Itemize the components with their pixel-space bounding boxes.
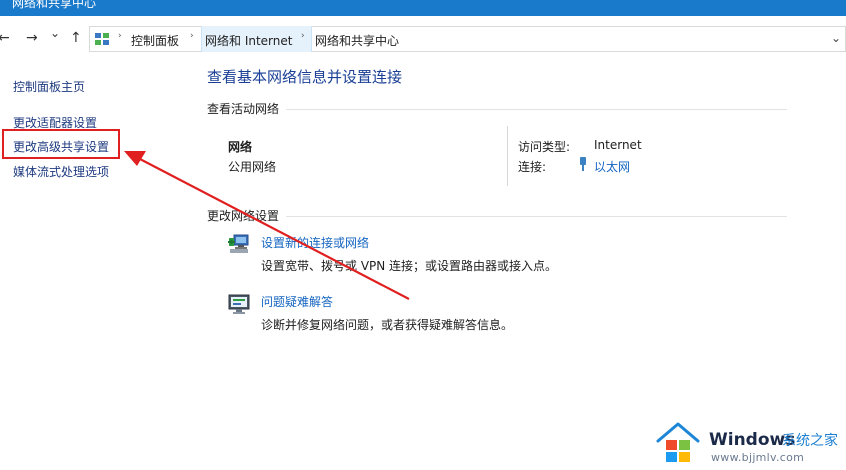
section-divider xyxy=(286,216,787,217)
address-bar[interactable]: › 控制面板 › 网络和 Internet › 网络和共享中心 ⌄ xyxy=(89,26,846,52)
forward-arrow-icon[interactable]: → xyxy=(26,30,38,46)
title-bar: 网络和共享中心 xyxy=(0,0,846,16)
network-type-link: 公用网络 xyxy=(228,160,277,174)
access-type-value: Internet xyxy=(594,138,642,152)
breadcrumb-network-internet[interactable]: 网络和 Internet xyxy=(205,32,292,49)
page-title: 查看基本网络信息并设置连接 xyxy=(207,68,403,86)
breadcrumb-separator: › xyxy=(118,31,122,41)
ethernet-icon xyxy=(580,157,586,171)
section-divider xyxy=(286,109,787,110)
recent-locations-icon[interactable]: ⌄ xyxy=(50,26,60,40)
ethernet-connection-link[interactable]: 以太网 xyxy=(594,158,630,175)
new-connection-icon xyxy=(228,234,249,253)
setup-new-connection-description: 设置宽带、拨号或 VPN 连接；或设置路由器或接入点。 xyxy=(261,259,558,273)
annotation-highlight-box xyxy=(2,129,120,159)
troubleshoot-icon xyxy=(228,294,250,314)
window-title: 网络和共享中心 xyxy=(12,0,97,10)
connections-label: 连接: xyxy=(518,160,547,174)
breadcrumb-network-sharing-center[interactable]: 网络和共享中心 xyxy=(315,32,399,49)
control-panel-icon xyxy=(95,33,109,45)
troubleshoot-problems-description: 诊断并修复网络问题，或者获得疑难解答信息。 xyxy=(261,318,514,332)
watermark-site-name: 系统之家 xyxy=(782,433,838,449)
sidebar-item-media-streaming-options[interactable]: 媒体流式处理选项 xyxy=(13,163,109,180)
access-type-label: 访问类型: xyxy=(518,140,571,154)
watermark-url: www.bjjmlv.com xyxy=(711,451,805,464)
breadcrumb-control-panel[interactable]: 控制面板 xyxy=(131,32,179,49)
back-arrow-icon[interactable]: ← xyxy=(0,30,10,46)
setup-new-connection-link[interactable]: 设置新的连接或网络 xyxy=(261,234,369,251)
annotation-arrow xyxy=(124,151,410,300)
breadcrumb-separator: › xyxy=(190,31,194,41)
troubleshoot-problems-link[interactable]: 问题疑难解答 xyxy=(261,293,333,310)
house-logo-icon xyxy=(656,422,700,462)
chevron-down-icon[interactable]: ⌄ xyxy=(831,31,841,45)
active-networks-heading: 查看活动网络 xyxy=(207,102,280,116)
up-arrow-icon[interactable]: ↑ xyxy=(70,30,82,46)
sidebar-item-control-panel-home[interactable]: 控制面板主页 xyxy=(13,78,85,95)
breadcrumb-separator: › xyxy=(301,31,305,41)
change-network-settings-heading: 更改网络设置 xyxy=(207,209,280,223)
network-name: 网络 xyxy=(228,140,253,154)
vertical-divider xyxy=(507,126,508,186)
